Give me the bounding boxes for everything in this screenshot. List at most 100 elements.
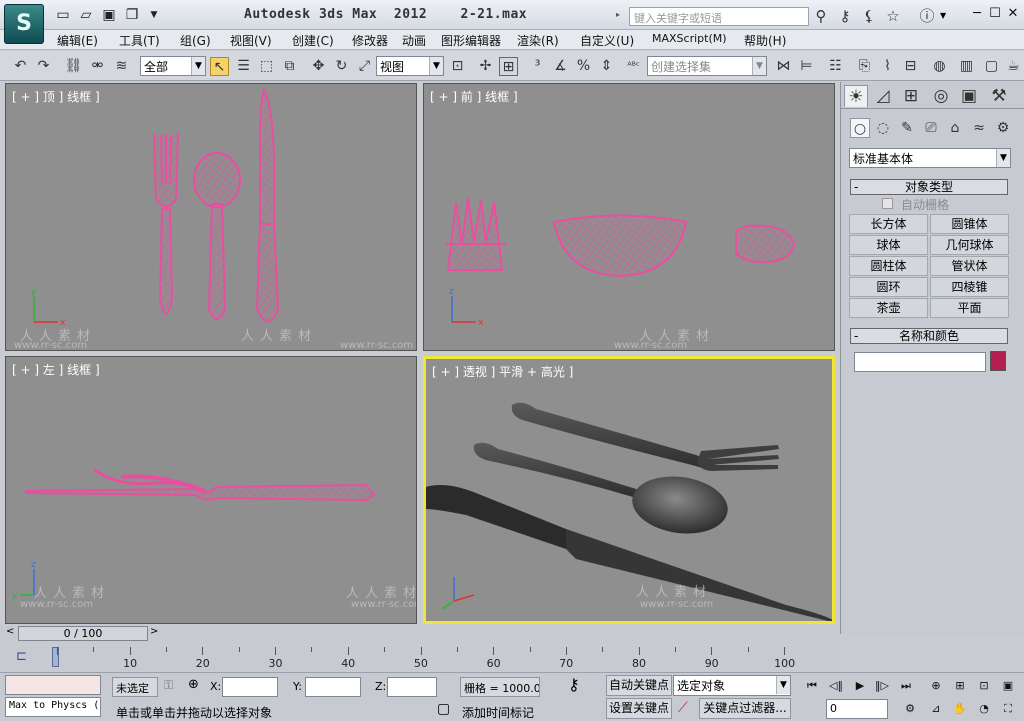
redo-icon[interactable]: ↷ (34, 57, 53, 76)
cylinder-button[interactable]: 圆柱体 (849, 256, 928, 276)
shapes-icon[interactable]: ◌ (873, 118, 893, 138)
pan-view-icon[interactable]: ✋ (950, 700, 970, 718)
menu-graph-editors[interactable]: 图形编辑器 (441, 32, 501, 49)
cone-button[interactable]: 圆锥体 (930, 214, 1009, 234)
menu-maxscript[interactable]: MAXScript(M) (652, 32, 727, 45)
spinner-snap-icon[interactable]: ⇕ (597, 57, 616, 76)
menu-help[interactable]: 帮助(H) (744, 32, 786, 49)
select-and-move-icon[interactable]: ✥ (309, 57, 328, 76)
render-setup-icon[interactable]: ▥ (957, 57, 976, 76)
key-filters-button[interactable]: 关键点过滤器... (699, 698, 791, 719)
go-to-start-icon[interactable]: ⏮ (802, 677, 822, 695)
schematic-view-icon[interactable]: ⊟ (901, 57, 920, 76)
add-time-tag[interactable]: 添加时间标记 (462, 704, 534, 721)
named-selection-select[interactable]: 创建选择集 ▼ (647, 56, 767, 76)
time-tag-icon[interactable]: ▢ (437, 701, 450, 717)
selection-filter-select[interactable]: 全部 ▼ (140, 56, 206, 76)
render-production-icon[interactable]: ☕ (1004, 57, 1023, 76)
viewport-perspective[interactable]: [ + ] 透视 ] 平滑 + 高光 ] 人人素材 www.rr-sc.com (423, 356, 835, 624)
search-expand-icon[interactable]: ▸ (616, 10, 620, 19)
next-frame-arrow-icon[interactable]: > (150, 626, 158, 637)
menu-animation[interactable]: 动画 (402, 32, 426, 49)
new-file-icon[interactable]: ▭ (55, 7, 71, 23)
maximize-button[interactable]: ☐ (988, 6, 1002, 22)
menu-tools[interactable]: 工具(T) (119, 32, 160, 49)
open-file-icon[interactable]: ▱ (78, 7, 94, 23)
viewport-left[interactable]: [ + ] 左 ] 线框 ] z y 人人素材 人人素材 www.rr-sc.c… (5, 356, 417, 624)
object-category-select[interactable]: 标准基本体 ▼ (849, 148, 1011, 168)
graphite-ribbon-icon[interactable]: ⎘ (855, 57, 874, 76)
select-and-rotate-icon[interactable]: ↻ (332, 57, 351, 76)
name-color-rollout-header[interactable]: - 名称和颜色 (850, 328, 1008, 344)
go-to-end-icon[interactable]: ⏭ (896, 677, 916, 695)
menu-customize[interactable]: 自定义(U) (580, 32, 634, 49)
window-crossing-icon[interactable]: ⧉ (280, 57, 299, 76)
viewport-front[interactable]: [ + ] 前 ] 线框 ] z x 人人素材 www.rr-sc.com (423, 83, 835, 351)
mini-curve-editor-icon[interactable]: ⊏ (16, 649, 34, 665)
help-dropdown-icon[interactable]: ▼ (940, 11, 946, 20)
menu-rendering[interactable]: 渲染(R) (517, 32, 559, 49)
lights-icon[interactable]: ✎ (897, 118, 917, 138)
zoom-all-icon[interactable]: ⊞ (950, 677, 970, 695)
mirror-icon[interactable]: ⋈ (774, 57, 793, 76)
select-and-scale-icon[interactable]: ⤢ (355, 57, 374, 76)
unlink-icon[interactable]: ⚮ (88, 57, 107, 76)
bind-space-warp-icon[interactable]: ≋ (112, 57, 131, 76)
communication-center-icon[interactable]: ⚸ (860, 7, 878, 25)
menu-views[interactable]: 视图(V) (230, 32, 272, 49)
previous-frame-icon[interactable]: ◁‖ (826, 677, 846, 695)
pivot-center-icon[interactable]: ⊡ (448, 57, 467, 76)
prev-frame-arrow-icon[interactable]: < (6, 626, 14, 637)
favorites-star-icon[interactable]: ☆ (884, 7, 902, 25)
auto-key-button[interactable]: 自动关键点 (606, 675, 672, 696)
viewport-top[interactable]: [ + ] 顶 ] 线框 ] y x 人人素材 人人素材 www.rr-sc.c (5, 83, 417, 351)
display-tab-icon[interactable]: ▣ (957, 85, 981, 107)
y-coordinate-input[interactable] (305, 677, 361, 697)
minimize-button[interactable]: ─ (970, 6, 984, 22)
save-icon[interactable]: ▣ (101, 7, 117, 23)
object-type-rollout-header[interactable]: - 对象类型 (850, 179, 1008, 195)
box-button[interactable]: 长方体 (849, 214, 928, 234)
space-warps-icon[interactable]: ≈ (969, 118, 989, 138)
x-coordinate-input[interactable] (222, 677, 278, 697)
maxscript-listener-input[interactable] (5, 675, 101, 695)
maxscript-output[interactable]: Max to Physcs ( (5, 697, 101, 717)
helpers-icon[interactable]: ⌂ (945, 118, 965, 138)
keyboard-shortcut-override-icon[interactable]: ⊞ (499, 57, 518, 76)
percent-snap-icon[interactable]: % (574, 57, 593, 76)
plane-button[interactable]: 平面 (930, 298, 1009, 318)
utilities-tab-icon[interactable]: ⚒ (987, 85, 1011, 107)
current-frame-input[interactable]: 0 (826, 699, 888, 719)
track-bar[interactable]: ⊏ 10 20 30 40 50 60 70 80 90 100 (0, 645, 840, 671)
zoom-icon[interactable]: ⊕ (926, 677, 946, 695)
create-tab-icon[interactable]: ☀ (844, 85, 868, 107)
motion-tab-icon[interactable]: ◎ (929, 85, 953, 107)
modify-tab-icon[interactable]: ◿ (871, 85, 895, 107)
hierarchy-tab-icon[interactable]: ⊞ (899, 85, 923, 107)
field-of-view-icon[interactable]: ⊿ (926, 700, 946, 718)
play-icon[interactable]: ▶ (850, 677, 870, 695)
orbit-icon[interactable]: ◔ (974, 700, 994, 718)
z-coordinate-input[interactable] (387, 677, 437, 697)
pyramid-button[interactable]: 四棱锥 (930, 277, 1009, 297)
layer-manager-icon[interactable]: ☷ (826, 57, 845, 76)
menu-group[interactable]: 组(G) (180, 32, 211, 49)
key-filter-curve-icon[interactable]: ⟋ (678, 700, 688, 716)
subscription-key-icon[interactable]: ⚷ (836, 7, 854, 25)
cameras-icon[interactable]: ⎚ (921, 118, 941, 138)
autogrid-checkbox[interactable] (882, 198, 893, 209)
systems-icon[interactable]: ⚙ (993, 118, 1013, 138)
curve-editor-icon[interactable]: ⌇ (878, 57, 897, 76)
snaps-toggle-icon[interactable]: ³ (528, 57, 547, 76)
lock-selection-icon[interactable]: ⚿ (164, 678, 173, 693)
key-mode-select[interactable]: 选定对象 ▼ (673, 675, 791, 696)
next-frame-icon[interactable]: ‖▷ (872, 677, 892, 695)
quick-access-dropdown-icon[interactable]: ▼ (146, 7, 162, 23)
rectangular-selection-icon[interactable]: ⬚ (257, 57, 276, 76)
search-input[interactable]: 键入关键字或短语 (629, 7, 809, 26)
binoculars-icon[interactable]: ⚲ (812, 7, 830, 25)
select-manipulate-icon[interactable]: ✢ (476, 57, 495, 76)
absolute-mode-icon[interactable]: ⊕ (188, 677, 199, 692)
geometry-icon[interactable]: ○ (850, 118, 870, 138)
torus-button[interactable]: 圆环 (849, 277, 928, 297)
